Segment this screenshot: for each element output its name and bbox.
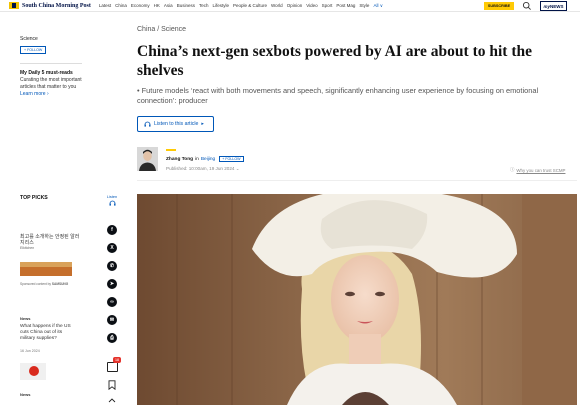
top-pick-date: 16 Jun 2024 — [20, 349, 40, 353]
published-date[interactable]: Published: 10:00am, 19 Jun 2024 ⌄ — [166, 166, 240, 172]
sponsored-thumbnail[interactable] — [20, 262, 72, 276]
chevron-right-icon: › — [46, 91, 49, 97]
sponsored-label: Sponsored content by — [20, 282, 52, 286]
top-pick-category-2: News — [20, 392, 31, 397]
bookmark-icon[interactable] — [108, 380, 116, 390]
nav-opinion[interactable]: Opinion — [287, 3, 303, 9]
left-sidebar: Science + FOLLOW My Daily 5 must-reads C… — [20, 36, 82, 97]
nav-world[interactable]: World — [271, 3, 283, 9]
my-news-suffix: NEWS — [550, 3, 564, 9]
author-avatar[interactable] — [137, 147, 158, 171]
top-pick-category: News — [20, 316, 31, 321]
rail-listen-label[interactable]: Listen — [105, 195, 119, 199]
sponsor-brand: SAMSUNG — [51, 282, 69, 286]
listen-article-label: Listen to this article — [154, 121, 199, 127]
my-news-button[interactable]: my NEWS — [540, 1, 567, 11]
email-glyph: ✉ — [109, 317, 115, 323]
nav-latest[interactable]: Latest — [99, 3, 111, 9]
top-picks-panel: TOP PICKS 최고를 소개하는 안정된 알러지리스 Elkitchen S… — [20, 195, 82, 397]
published-label: Published: 10:00am, 19 Jun 2024 — [166, 166, 235, 171]
nav-lifestyle[interactable]: Lifestyle — [212, 3, 229, 9]
print-icon[interactable]: ⎙ — [107, 333, 117, 343]
top-pick-headline[interactable]: What happens if the US cuts China out of… — [20, 324, 76, 342]
facebook-icon[interactable]: f — [107, 225, 117, 235]
nav-sport[interactable]: Sport — [322, 3, 333, 9]
nav-all-dropdown[interactable]: All ∨ — [373, 3, 383, 9]
trust-scmp-link[interactable]: ⓘ Why you can trust SCMP — [510, 167, 565, 173]
x-glyph: X — [110, 245, 114, 251]
article-headline: China’s next-gen sexbots powered by AI a… — [137, 43, 532, 79]
telegram-icon[interactable]: ➤ — [107, 279, 117, 289]
nav-economy[interactable]: Economy — [131, 3, 150, 9]
headphones-icon — [144, 121, 151, 127]
play-icon: ▸ — [201, 121, 205, 127]
listen-article-button[interactable]: Listen to this article ▸ — [137, 116, 214, 132]
top-pick-item-text[interactable]: 최고를 소개하는 안정된 알러지리스 — [20, 234, 82, 246]
scmp-logo-icon — [9, 2, 19, 9]
follow-author-button[interactable]: + FOLLOW — [219, 156, 244, 162]
site-logo[interactable]: South China Morning Post — [9, 2, 91, 9]
x-icon[interactable]: X — [107, 243, 117, 253]
header-divider — [137, 180, 577, 181]
subscribe-button[interactable]: SUBSCRIBE — [484, 2, 514, 10]
comment-count-badge: 18 — [113, 357, 121, 363]
follow-section-button[interactable]: + FOLLOW — [20, 46, 47, 54]
daily-five-description: Curating the most important articles tha… — [20, 77, 82, 90]
brand-name: South China Morning Post — [22, 2, 91, 9]
top-pick-thumbnail[interactable] — [20, 363, 46, 380]
nav-asia[interactable]: Asia — [164, 3, 173, 9]
sidebar-divider — [20, 63, 82, 64]
comment-icon[interactable] — [107, 362, 118, 372]
search-icon[interactable] — [522, 1, 532, 11]
info-icon: ⓘ — [510, 167, 515, 172]
email-icon[interactable]: ✉ — [107, 315, 117, 325]
link-glyph: ∞ — [110, 299, 114, 305]
author-accent-bar — [166, 149, 176, 151]
author-in: in — [195, 156, 199, 162]
learn-more-label: Learn more — [20, 91, 46, 97]
section-label[interactable]: Science — [20, 36, 82, 42]
chevron-down-icon: ⌄ — [235, 166, 240, 171]
nav-hk[interactable]: HK — [154, 3, 160, 9]
article-hero-image[interactable] — [137, 194, 577, 405]
share-rail: Listen — [105, 195, 119, 206]
nav-style[interactable]: Style — [359, 3, 369, 9]
daily-five-title: My Daily 5 must-reads — [20, 70, 73, 76]
author-location[interactable]: Beijing — [201, 157, 215, 162]
author-name[interactable]: Zhang Tong — [166, 157, 193, 162]
top-picks-title: TOP PICKS — [20, 195, 48, 201]
nav-business[interactable]: Business — [177, 3, 195, 9]
sponsored-note: Sponsored content by SAMSUNG — [20, 282, 68, 286]
print-glyph: ⎙ — [109, 335, 114, 341]
nav-post-mag[interactable]: Post Mag — [336, 3, 355, 9]
top-pick-item-source: Elkitchen — [20, 246, 35, 250]
breadcrumb[interactable]: China / Science — [137, 26, 186, 33]
article-summary: • Future models ‘react with both movemen… — [137, 86, 539, 105]
link-icon[interactable]: ∞ — [107, 297, 117, 307]
nav-video[interactable]: Video — [306, 3, 317, 9]
headphones-icon[interactable] — [109, 200, 116, 206]
nav-people-culture[interactable]: People & Culture — [233, 3, 267, 9]
section-nav: Latest China Economy HK Asia Business Te… — [99, 3, 383, 9]
facebook-glyph: f — [111, 227, 113, 233]
author-byline: Zhang Tong in Beijing + FOLLOW — [166, 156, 244, 162]
whatsapp-glyph: ✆ — [109, 263, 115, 269]
learn-more-link[interactable]: Learn more › — [20, 91, 82, 97]
chevron-up-icon[interactable] — [108, 397, 116, 403]
nav-tech[interactable]: Tech — [199, 3, 209, 9]
whatsapp-icon[interactable]: ✆ — [107, 261, 117, 271]
nav-china[interactable]: China — [115, 3, 127, 9]
telegram-glyph: ➤ — [109, 281, 115, 287]
trust-scmp-label: Why you can trust SCMP — [516, 167, 566, 173]
